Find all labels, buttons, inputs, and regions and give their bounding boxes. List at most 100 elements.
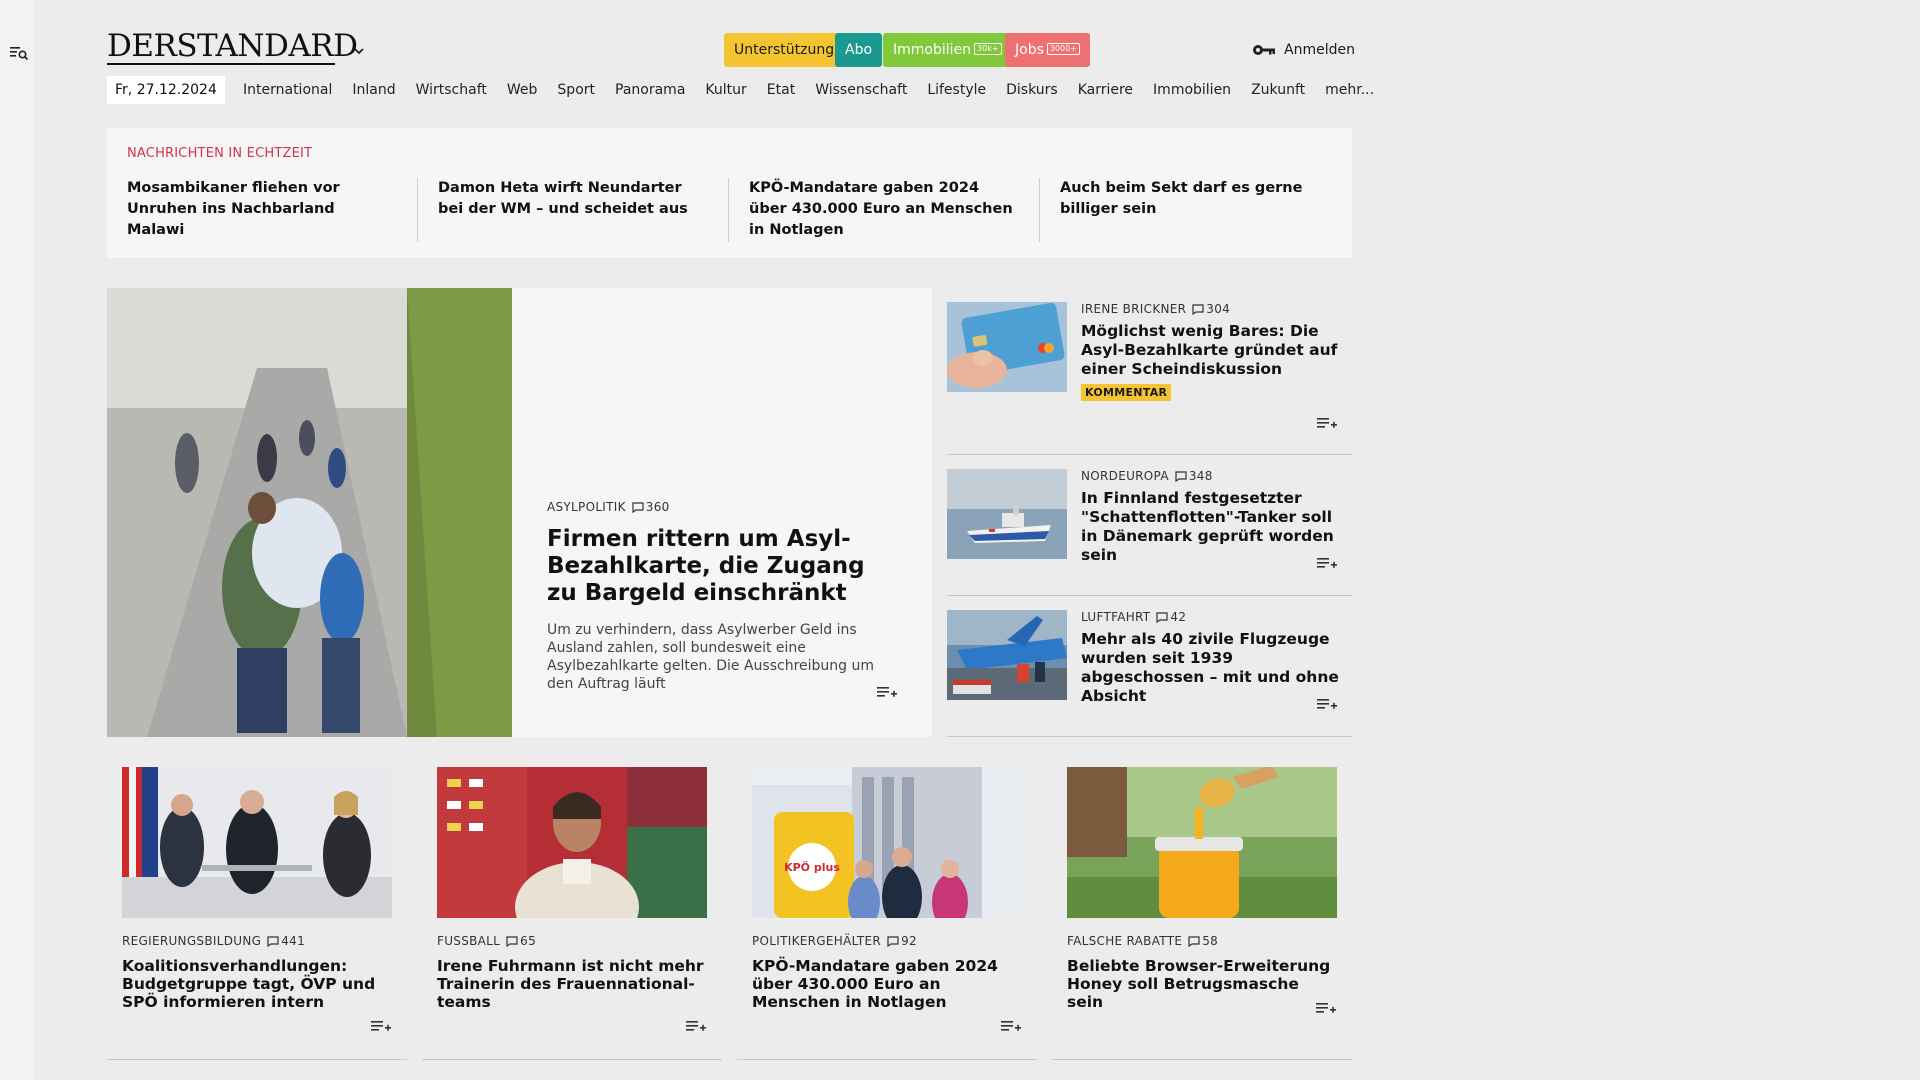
- comment-count[interactable]: 65: [506, 934, 536, 948]
- article-card-title[interactable]: Koalitionsverhandlungen: Budgetgruppe ta…: [122, 957, 392, 1011]
- jobs-button[interactable]: Jobs 3000+: [1005, 33, 1090, 67]
- date-chip: Fr, 27.12.2024: [107, 76, 225, 104]
- side-story-title[interactable]: Mehr als 40 zivile Flugzeuge wurden seit…: [1081, 630, 1341, 706]
- nav-item-etat[interactable]: Etat: [767, 76, 795, 104]
- ticker-item[interactable]: Auch beim Sekt darf es gerne billiger se…: [1060, 178, 1330, 220]
- kicker-label: POLITIKERGEHÄLTER: [752, 934, 882, 948]
- article-card[interactable]: FALSCHE RABATTE 58 Beliebte Browser-Erwe…: [1052, 767, 1352, 1060]
- page: DERSTANDARD Unterstützung Abo Immobilien…: [34, 0, 1920, 1080]
- support-button[interactable]: Unterstützung: [724, 33, 845, 67]
- article-card-text: FALSCHE RABATTE 58 Beliebte Browser-Erwe…: [1067, 934, 1337, 1011]
- abo-button[interactable]: Abo: [835, 33, 883, 67]
- comment-count[interactable]: 92: [887, 934, 917, 948]
- nav-item-immobilien[interactable]: Immobilien: [1153, 76, 1231, 104]
- nav-item-lifestyle[interactable]: Lifestyle: [927, 76, 986, 104]
- comment-count[interactable]: 58: [1188, 934, 1218, 948]
- lead-story[interactable]: ASYLPOLITIK 360 Firmen rittern um Asyl-B…: [107, 288, 932, 737]
- nav-item-karriere[interactable]: Karriere: [1078, 76, 1133, 104]
- add-to-list-icon[interactable]: [1316, 696, 1338, 712]
- comment-icon: [1175, 470, 1187, 482]
- article-card-title[interactable]: Irene Fuhrmann ist nicht mehr Trainerin …: [437, 957, 707, 1011]
- side-story-title[interactable]: In Finnland festgesetzter "Schat­tenflot…: [1081, 489, 1341, 565]
- divider: [107, 1059, 407, 1060]
- side-story[interactable]: LUFTFAHRT 42 Mehr als 40 zivile Flugzeug…: [947, 596, 1352, 736]
- comment-count[interactable]: 348: [1175, 469, 1213, 483]
- key-icon: [1253, 45, 1275, 55]
- login-label: Anmelden: [1284, 42, 1355, 58]
- comment-icon: [267, 935, 279, 947]
- side-story-image: [947, 610, 1067, 700]
- ticker-item[interactable]: Damon Heta wirft Neundarter bei der WM –…: [438, 178, 708, 220]
- divider: [947, 736, 1352, 737]
- ticker-item[interactable]: Mosambikaner fliehen vor Unruhen ins Nac…: [127, 178, 397, 241]
- nav-item-web[interactable]: Web: [507, 76, 538, 104]
- live-news-ticker: NACHRICHTEN IN ECHTZEIT Mosambikaner fli…: [107, 128, 1352, 258]
- divider: [737, 1059, 1037, 1060]
- comment-count[interactable]: 441: [267, 934, 305, 948]
- ticker-item[interactable]: KPÖ-Mandatare gaben 2024 über 430.000 Eu…: [749, 178, 1019, 241]
- comment-count[interactable]: 304: [1192, 302, 1230, 316]
- article-card-title[interactable]: Beliebte Browser-Erweiterung Honey soll …: [1067, 957, 1337, 1011]
- side-story-image: [947, 302, 1067, 392]
- login-button[interactable]: Anmelden: [1252, 38, 1355, 62]
- kicker-label: LUFTFAHRT: [1081, 610, 1151, 624]
- nav-item-more[interactable]: mehr...: [1325, 76, 1374, 104]
- comment-count-value: 92: [901, 934, 917, 948]
- immobilien-label: Immobilien: [893, 42, 972, 58]
- jobs-label: Jobs: [1015, 42, 1044, 58]
- add-to-list-icon[interactable]: [876, 684, 898, 700]
- nav-item-wissenschaft[interactable]: Wissenschaft: [815, 76, 907, 104]
- comment-count-value: 360: [645, 500, 670, 514]
- nav-item-zukunft[interactable]: Zukunft: [1251, 76, 1305, 104]
- add-to-list-icon[interactable]: [685, 1018, 707, 1034]
- lead-title[interactable]: Firmen rittern um Asyl-Bezahl­karte, die…: [547, 526, 902, 607]
- side-story[interactable]: IRENE BRICKNER 304 Möglichst wenig Bares…: [947, 288, 1352, 454]
- divider: [1052, 1059, 1352, 1060]
- chevron-down-icon[interactable]: [352, 44, 366, 58]
- comment-icon: [1192, 303, 1204, 315]
- immobilien-button[interactable]: Immobilien 30k+: [883, 33, 1012, 67]
- add-to-list-icon[interactable]: [1000, 1018, 1022, 1034]
- article-card-title[interactable]: KPÖ-Mandatare gaben 2024 über 430.000 Eu…: [752, 957, 1022, 1011]
- card-kicker: FUSSBALL 65: [437, 934, 707, 948]
- comment-count[interactable]: 42: [1156, 610, 1186, 624]
- article-card[interactable]: FUSSBALL 65 Irene Fuhrmann ist nicht meh…: [422, 767, 722, 1060]
- comment-count-value: 348: [1188, 469, 1213, 483]
- add-to-list-icon[interactable]: [370, 1018, 392, 1034]
- article-card[interactable]: REGIERUNGSBILDUNG 441 Koalitionsverhandl…: [107, 767, 407, 1060]
- comment-icon: [1156, 611, 1169, 623]
- nav-item-inland[interactable]: Inland: [352, 76, 395, 104]
- comment-count[interactable]: 360: [632, 500, 670, 514]
- article-card-text: POLITIKERGEHÄLTER 92 KPÖ-Mandatare gaben…: [752, 934, 1022, 1011]
- article-card-text: REGIERUNGSBILDUNG 441 Koalitionsverhandl…: [122, 934, 392, 1011]
- menu-search-icon[interactable]: [8, 42, 30, 64]
- kpo-logo-text: KPÖ plus: [784, 860, 840, 874]
- side-story-image: [947, 469, 1067, 559]
- card-kicker: REGIERUNGSBILDUNG 441: [122, 934, 392, 948]
- nav-item-sport[interactable]: Sport: [557, 76, 595, 104]
- lead-story-text: ASYLPOLITIK 360 Firmen rittern um Asyl-B…: [547, 500, 902, 693]
- ticker-heading[interactable]: NACHRICHTEN IN ECHTZEIT: [127, 146, 312, 161]
- side-story-title[interactable]: Möglichst wenig Bares: Die Asyl-Bezahlka…: [1081, 322, 1341, 379]
- lead-teaser: Um zu verhindern, dass Asylwerber Geld i…: [547, 622, 875, 692]
- comment-count-value: 58: [1202, 934, 1219, 948]
- add-to-list-icon[interactable]: [1316, 555, 1338, 571]
- kicker-label: FUSSBALL: [437, 934, 501, 948]
- nav-item-diskurs[interactable]: Diskurs: [1006, 76, 1058, 104]
- add-to-list-icon[interactable]: [1315, 1000, 1337, 1016]
- nav-item-international[interactable]: International: [243, 76, 332, 104]
- side-kicker: IRENE BRICKNER 304: [1081, 302, 1341, 316]
- divider: [422, 1059, 722, 1060]
- card-kicker: POLITIKERGEHÄLTER 92: [752, 934, 1022, 948]
- kicker-label: REGIERUNGSBILDUNG: [122, 934, 262, 948]
- kommentar-badge: KOMMENTAR: [1081, 384, 1172, 401]
- nav-item-wirtschaft[interactable]: Wirtschaft: [416, 76, 487, 104]
- article-card[interactable]: KPÖ plus POLITIKERGEHÄLTER 92 KPÖ-Mandat…: [737, 767, 1037, 1060]
- immobilien-count-tag: 30k+: [974, 43, 1002, 55]
- side-story[interactable]: NORDEUROPA 348 In Finnland festgesetzter…: [947, 455, 1352, 595]
- site-logo[interactable]: DERSTANDARD: [107, 28, 358, 64]
- nav-item-kultur[interactable]: Kultur: [705, 76, 746, 104]
- kicker-label: NORDEUROPA: [1081, 469, 1169, 483]
- add-to-list-icon[interactable]: [1316, 415, 1338, 431]
- nav-item-panorama[interactable]: Panorama: [615, 76, 685, 104]
